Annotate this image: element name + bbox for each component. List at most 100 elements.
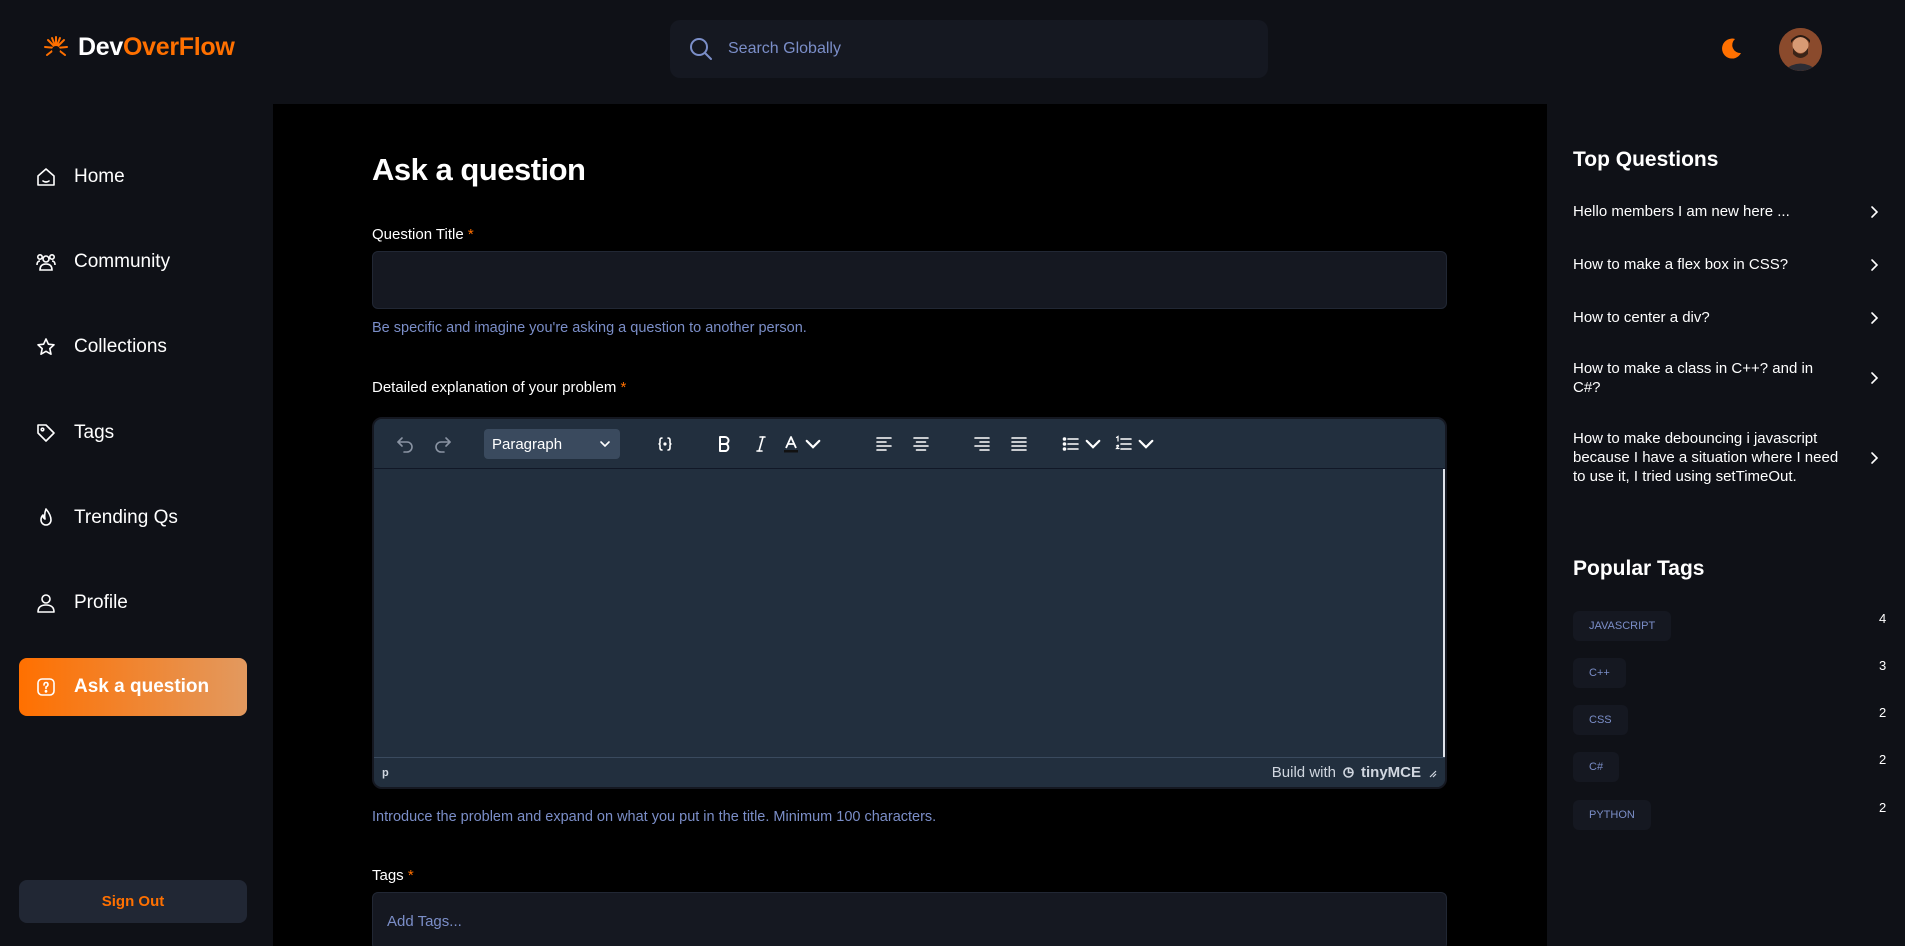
search-input[interactable] [728, 40, 1248, 58]
rich-text-editor: Paragraph p Build with tinyMCE [372, 417, 1447, 789]
main-content: Ask a question Question Title * Be speci… [273, 104, 1547, 946]
brand-name: DevOverFlow [78, 33, 235, 61]
explanation-hint: Introduce the problem and expand on what… [372, 809, 937, 825]
top-question-item[interactable]: How to make debouncing i javascript beca… [1573, 429, 1883, 486]
tag-badge[interactable]: css [1573, 705, 1628, 735]
search-icon [690, 38, 712, 60]
tag-badge[interactable]: javascript [1573, 611, 1672, 641]
bold-button[interactable] [709, 429, 739, 459]
explanation-label: Detailed explanation of your problem * [372, 379, 627, 396]
top-question-text: How to make a class in C++? and in C#? [1573, 360, 1814, 396]
align-left-icon [876, 437, 892, 451]
top-question-item[interactable]: How to make a class in C++? and in C#? [1573, 359, 1883, 397]
chevron-down-icon [1085, 439, 1101, 449]
sign-out-button[interactable]: Sign Out [19, 880, 247, 923]
text-color-icon [784, 436, 798, 453]
sidebar-item-collections[interactable]: Collections [19, 318, 247, 376]
editor-statusbar: p Build with tinyMCE [374, 757, 1445, 787]
top-question-text: How to center a div? [1573, 309, 1710, 326]
editor-toolbar: Paragraph [374, 419, 1445, 469]
text-color-button[interactable] [779, 429, 825, 459]
chevron-down-icon [1138, 439, 1154, 449]
code-sample-button[interactable] [650, 429, 680, 459]
editor-content-area[interactable] [374, 469, 1445, 757]
top-navbar: DevOverFlow [0, 0, 1905, 104]
top-questions-title: Top Questions [1573, 148, 1719, 171]
tag-badge[interactable]: c++ [1573, 658, 1626, 688]
resize-handle-icon[interactable] [1427, 768, 1437, 778]
top-question-item[interactable]: How to center a div? [1573, 308, 1883, 327]
question-title-hint: Be specific and imagine you're asking a … [372, 320, 807, 336]
sidebar-item-profile[interactable]: Profile [19, 574, 247, 632]
left-sidebar: Home Community Collections Tags Trending… [0, 104, 273, 946]
sidebar-item-label: Home [74, 166, 125, 187]
align-justify-button[interactable] [1004, 429, 1034, 459]
sidebar-item-label: Community [74, 251, 171, 272]
element-path[interactable]: p [382, 767, 389, 779]
undo-icon [397, 437, 413, 453]
tag-count: 2 [1879, 752, 1887, 767]
sidebar-item-label: Ask a question [74, 676, 210, 697]
popular-tags-title: Popular Tags [1573, 557, 1705, 580]
bullet-list-icon [1062, 437, 1079, 451]
tag-count: 2 [1879, 800, 1887, 815]
tinymce-logo-icon [1343, 767, 1354, 778]
question-title-label: Question Title * [372, 226, 474, 243]
top-question-item[interactable]: Hello members I am new here ... [1573, 202, 1883, 221]
tag-count: 4 [1879, 611, 1887, 626]
chevron-right-icon [1871, 205, 1879, 218]
align-center-icon [913, 437, 929, 451]
sidebar-item-tags[interactable]: Tags [19, 404, 247, 462]
chevron-down-icon [805, 439, 821, 449]
top-question-text: How to make debouncing i javascript beca… [1573, 430, 1839, 485]
redo-button[interactable] [428, 429, 458, 459]
tag-count: 2 [1879, 705, 1887, 720]
numbered-list-button[interactable] [1112, 429, 1158, 459]
page-title: Ask a question [372, 152, 586, 187]
question-icon [35, 676, 57, 698]
align-justify-icon [1011, 437, 1027, 451]
global-search[interactable] [670, 20, 1268, 78]
editor-branding[interactable]: Build with tinyMCE [1272, 764, 1437, 781]
code-braces-icon [658, 437, 672, 451]
logo-icon [44, 35, 68, 56]
tag-badge[interactable]: c# [1573, 752, 1620, 782]
redo-icon [435, 437, 451, 453]
tag-badge[interactable]: python [1573, 800, 1651, 830]
users-icon [35, 251, 57, 273]
tag-count: 3 [1879, 658, 1887, 673]
question-title-input[interactable] [372, 251, 1447, 309]
sidebar-item-ask-question[interactable]: Ask a question [19, 658, 247, 716]
avatar[interactable] [1779, 28, 1822, 71]
user-icon [35, 592, 57, 614]
italic-button[interactable] [746, 429, 776, 459]
align-right-button[interactable] [967, 429, 997, 459]
sidebar-item-label: Trending Qs [74, 507, 178, 528]
chevron-down-icon [600, 441, 610, 448]
tags-label: Tags * [372, 867, 414, 884]
tags-input[interactable] [372, 892, 1447, 946]
italic-icon [756, 436, 766, 452]
undo-button[interactable] [390, 429, 420, 459]
top-question-text: How to make a flex box in CSS? [1573, 256, 1789, 273]
top-question-text: Hello members I am new here ... [1573, 203, 1790, 220]
sidebar-item-home[interactable]: Home [19, 148, 247, 206]
tag-icon [35, 422, 57, 444]
flame-icon [35, 507, 57, 529]
bold-icon [719, 436, 730, 452]
chevron-right-icon [1871, 451, 1879, 464]
align-center-button[interactable] [906, 429, 936, 459]
block-format-select[interactable]: Paragraph [484, 429, 620, 459]
star-icon [35, 336, 57, 358]
bullet-list-button[interactable] [1059, 429, 1105, 459]
sidebar-item-trending[interactable]: Trending Qs [19, 489, 247, 547]
sidebar-item-community[interactable]: Community [19, 233, 247, 291]
chevron-right-icon [1871, 372, 1879, 384]
sidebar-item-label: Profile [74, 592, 128, 613]
right-sidebar: Top Questions Hello members I am new her… [1547, 104, 1905, 946]
moon-icon[interactable] [1718, 36, 1744, 62]
logo[interactable]: DevOverFlow [42, 33, 235, 62]
top-question-item[interactable]: How to make a flex box in CSS? [1573, 255, 1883, 274]
chevron-right-icon [1871, 258, 1879, 271]
align-left-button[interactable] [869, 429, 899, 459]
